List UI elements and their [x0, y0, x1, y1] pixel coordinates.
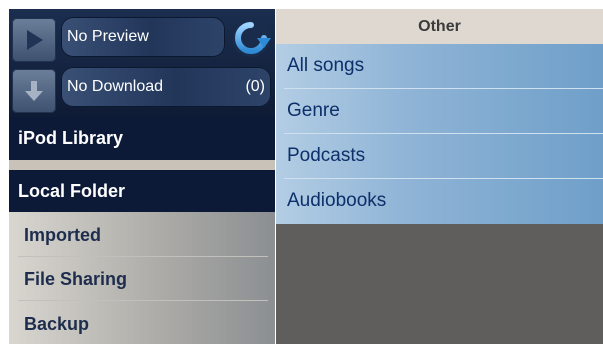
list-item-podcasts[interactable]: Podcasts — [276, 134, 603, 178]
download-label: No Download — [67, 78, 164, 95]
download-field[interactable]: No Download (0) — [61, 67, 271, 107]
section-local-folder[interactable]: Local Folder — [9, 170, 275, 212]
download-arrow-icon — [25, 81, 43, 101]
category-list: All songs Genre Podcasts Audiobooks — [276, 44, 603, 224]
sidebar-item-imported[interactable]: Imported — [24, 225, 101, 246]
preview-field[interactable]: No Preview — [61, 17, 225, 57]
item-divider — [18, 300, 268, 301]
preview-label: No Preview — [67, 28, 149, 45]
section-divider — [9, 160, 275, 170]
sidebar-item-backup[interactable]: Backup — [24, 314, 89, 335]
list-item-audiobooks[interactable]: Audiobooks — [276, 179, 603, 223]
download-button[interactable] — [12, 69, 56, 113]
category-panel: Other All songs Genre Podcasts Audiobook… — [276, 9, 603, 344]
play-icon — [27, 30, 43, 50]
player-controls: No Preview No Download (0) — [9, 9, 275, 124]
section-ipod-library[interactable]: iPod Library — [9, 117, 275, 160]
sidebar-item-file-sharing[interactable]: File Sharing — [24, 269, 127, 290]
download-count: (0) — [245, 78, 265, 95]
sidebar: No Preview No Download (0) iPod Library … — [9, 9, 275, 344]
local-folder-list: Imported File Sharing Backup — [9, 212, 275, 344]
play-button[interactable] — [12, 18, 56, 62]
refresh-button[interactable] — [229, 16, 273, 60]
refresh-icon — [232, 19, 271, 57]
list-item-genre[interactable]: Genre — [276, 89, 603, 133]
list-item-all-songs[interactable]: All songs — [276, 44, 603, 88]
panel-title: Other — [276, 9, 603, 44]
item-divider — [18, 256, 268, 257]
